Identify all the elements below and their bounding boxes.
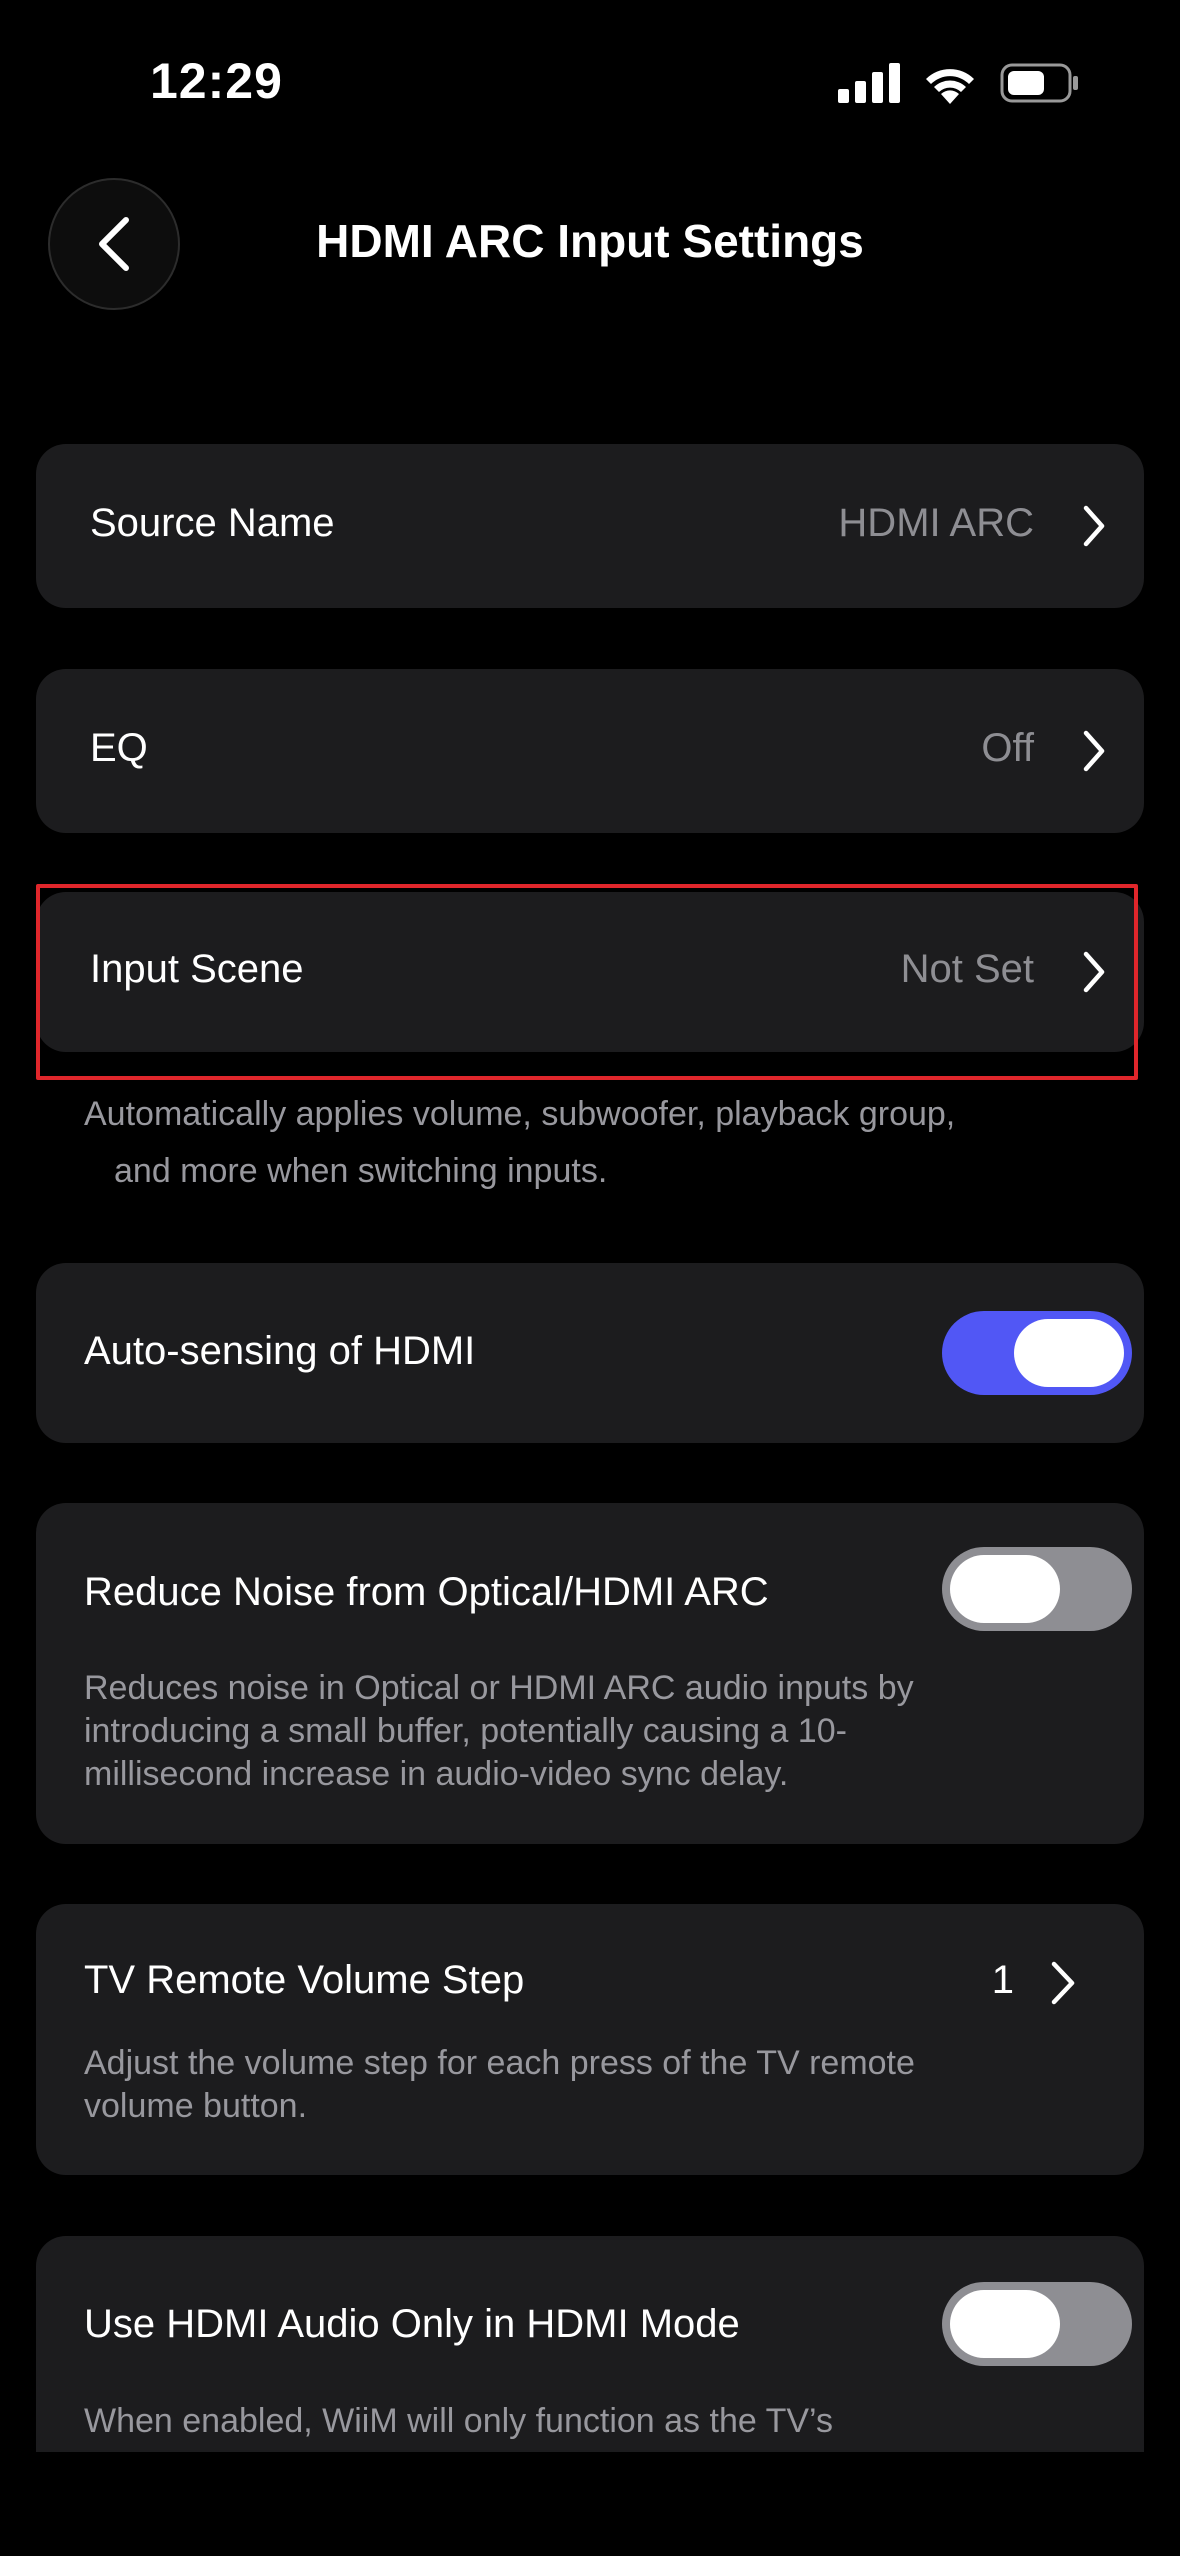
volume-step-description-line2: volume button. <box>84 2087 308 2125</box>
nav-header: HDMI ARC Input Settings <box>0 170 1180 320</box>
battery-icon <box>1000 63 1078 103</box>
signal-icon <box>838 63 900 103</box>
chevron-right-icon <box>1083 730 1105 772</box>
status-icons <box>838 62 1080 104</box>
chevron-right-icon <box>1051 1961 1075 2005</box>
toggle-knob <box>1014 1319 1124 1387</box>
chevron-right-icon <box>1083 951 1105 993</box>
input-scene-label: Input Scene <box>90 947 304 991</box>
page-title: HDMI ARC Input Settings <box>0 214 1180 268</box>
hdmi-audio-only-toggle[interactable] <box>942 2282 1132 2366</box>
volume-step-label: TV Remote Volume Step <box>84 1958 525 2002</box>
input-scene-description-line2: and more when switching inputs. <box>114 1152 608 1190</box>
reduce-noise-description-line2: introducing a small buffer, potentially … <box>84 1712 847 1750</box>
auto-sensing-toggle[interactable] <box>942 1311 1132 1395</box>
hdmi-audio-only-description-line1: When enabled, WiiM will only function as… <box>84 2402 833 2440</box>
reduce-noise-description-line3: millisecond increase in audio-video sync… <box>84 1755 789 1793</box>
input-scene-row[interactable]: Input Scene Not Set <box>36 892 1144 1052</box>
toggle-knob <box>950 2290 1060 2358</box>
hdmi-audio-only-label: Use HDMI Audio Only in HDMI Mode <box>84 2302 740 2346</box>
source-name-value: HDMI ARC <box>838 501 1034 545</box>
hdmi-audio-only-row: Use HDMI Audio Only in HDMI Mode When en… <box>36 2236 1144 2452</box>
eq-value: Off <box>981 726 1034 770</box>
input-scene-description-line1: Automatically applies volume, subwoofer,… <box>84 1095 956 1133</box>
eq-label: EQ <box>90 726 148 770</box>
volume-step-row[interactable]: TV Remote Volume Step 1 Adjust the volum… <box>36 1904 1144 2175</box>
input-scene-value: Not Set <box>900 947 1034 991</box>
reduce-noise-description-line1: Reduces noise in Optical or HDMI ARC aud… <box>84 1669 914 1707</box>
reduce-noise-toggle[interactable] <box>942 1547 1132 1631</box>
toggle-knob <box>950 1555 1060 1623</box>
eq-row[interactable]: EQ Off <box>36 669 1144 833</box>
auto-sensing-row: Auto-sensing of HDMI <box>36 1263 1144 1443</box>
wifi-icon <box>926 69 974 104</box>
volume-step-value: 1 <box>991 1958 1014 2002</box>
source-name-row[interactable]: Source Name HDMI ARC <box>36 444 1144 608</box>
auto-sensing-label: Auto-sensing of HDMI <box>84 1329 476 1373</box>
volume-step-description-line1: Adjust the volume step for each press of… <box>84 2044 915 2082</box>
reduce-noise-row: Reduce Noise from Optical/HDMI ARC Reduc… <box>36 1503 1144 1844</box>
reduce-noise-label: Reduce Noise from Optical/HDMI ARC <box>84 1570 769 1614</box>
source-name-label: Source Name <box>90 501 335 545</box>
status-bar: 12:29 <box>0 0 1180 170</box>
status-time: 12:29 <box>150 53 283 109</box>
chevron-right-icon <box>1083 505 1105 547</box>
page-title-text: HDMI ARC Input Settings <box>316 215 864 267</box>
